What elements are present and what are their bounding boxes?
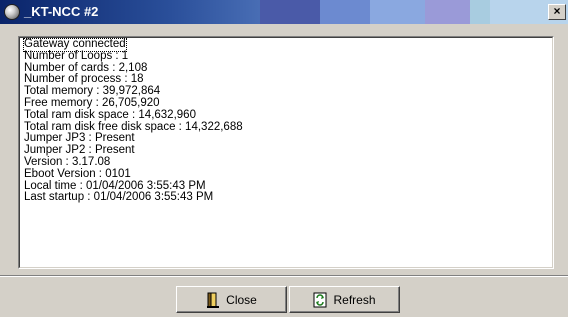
log-line[interactable]: Eboot Version : 0101 (24, 168, 243, 181)
window-title: _KT-NCC #2 (24, 4, 99, 19)
title-bar-band (370, 0, 425, 24)
log-line[interactable]: Free memory : 26,705,920 (24, 97, 243, 110)
log-frame: Gateway connected Number of Loops : 1 Numb… (18, 36, 554, 269)
log-line-row: Number of Loops : 1 (24, 50, 243, 63)
log-line-row: Total ram disk space : 14,632,960 (24, 109, 243, 122)
log-line-row: Free memory : 26,705,920 (24, 97, 243, 110)
separator (0, 275, 568, 277)
refresh-button[interactable]: Refresh (289, 286, 400, 313)
window-close-button[interactable]: × (548, 4, 566, 20)
log-line-row: Version : 3.17.08 (24, 156, 243, 169)
close-button[interactable]: Close (176, 286, 287, 313)
log-line[interactable]: Last startup : 01/04/2006 3:55:43 PM (24, 192, 243, 204)
title-bar[interactable]: _KT-NCC #2 × (0, 0, 568, 24)
title-bar-band (260, 0, 320, 24)
app-icon[interactable] (4, 4, 20, 20)
log-line-row: Eboot Version : 0101 (24, 168, 243, 181)
close-icon: × (553, 4, 561, 18)
title-bar-band (470, 0, 490, 24)
title-bar-band (320, 0, 370, 24)
refresh-button-label: Refresh (333, 292, 376, 307)
log-line[interactable]: Total ram disk space : 14,632,960 (24, 109, 243, 122)
close-button-label: Close (226, 292, 257, 307)
refresh-icon (313, 292, 327, 307)
log-line[interactable]: Version : 3.17.08 (24, 156, 243, 169)
log-line-row: Last startup : 01/04/2006 3:55:43 PM (24, 192, 243, 204)
door-exit-icon (207, 292, 220, 308)
title-bar-band (425, 0, 470, 24)
log-list[interactable]: Gateway connected Number of Loops : 1 Numb… (19, 37, 553, 268)
log-line[interactable]: Number of Loops : 1 (24, 50, 243, 63)
log-lines: Gateway connected Number of Loops : 1 Numb… (23, 38, 243, 204)
